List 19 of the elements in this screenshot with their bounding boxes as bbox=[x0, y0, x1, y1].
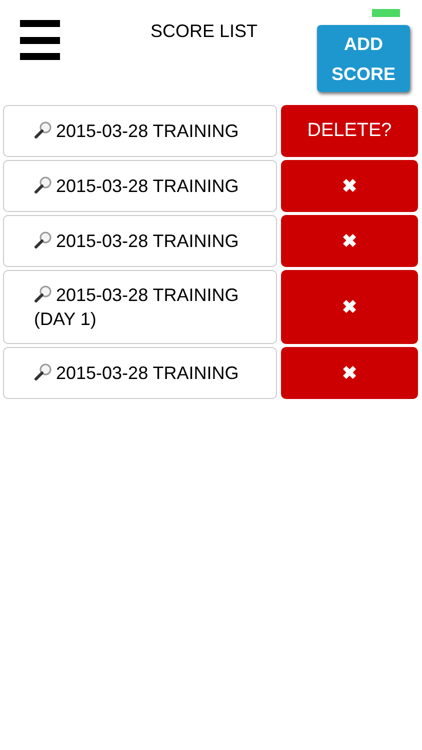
magnifier-icon bbox=[34, 231, 52, 249]
magnifier-icon bbox=[34, 363, 52, 381]
score-item[interactable]: 2015-03-28 TRAINING bbox=[3, 105, 277, 157]
score-item[interactable]: 2015-03-28 TRAINING bbox=[3, 347, 277, 399]
delete-button[interactable]: ✖ bbox=[281, 347, 418, 399]
menu-button[interactable] bbox=[20, 20, 60, 60]
delete-button[interactable]: ✖ bbox=[281, 270, 418, 344]
status-indicator bbox=[372, 9, 400, 17]
score-item[interactable]: 2015-03-28 TRAINING (DAY 1) bbox=[3, 270, 277, 344]
page-title: SCORE LIST bbox=[150, 20, 258, 42]
delete-button[interactable]: ✖ bbox=[281, 160, 418, 212]
magnifier-icon bbox=[34, 285, 52, 303]
add-score-button[interactable]: ADD SCORE bbox=[317, 25, 410, 92]
magnifier-icon bbox=[34, 176, 52, 194]
score-item[interactable]: 2015-03-28 TRAINING bbox=[3, 160, 277, 212]
score-item[interactable]: 2015-03-28 TRAINING bbox=[3, 215, 277, 267]
delete-confirm-button[interactable]: DELETE? bbox=[281, 105, 418, 157]
delete-button[interactable]: ✖ bbox=[281, 215, 418, 267]
magnifier-icon bbox=[34, 121, 52, 139]
